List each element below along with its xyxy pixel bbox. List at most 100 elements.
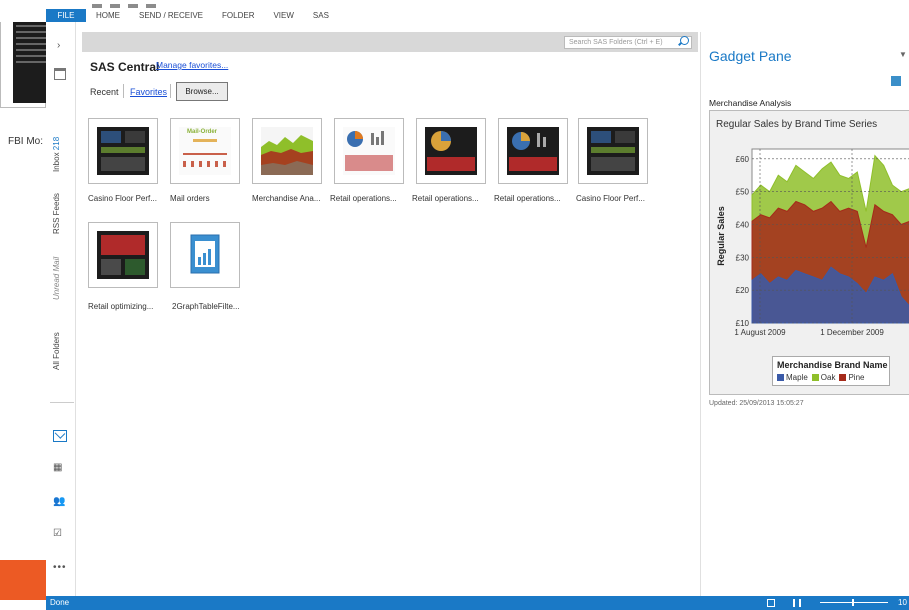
gadget-menu-caret-icon[interactable]: ▼ — [899, 50, 907, 59]
retail-dark-thumb-chart — [427, 131, 475, 171]
legend-swatch — [839, 374, 847, 381]
tile-caption[interactable]: 2GraphTableFilte... — [172, 302, 240, 311]
retail-thumbnail — [343, 127, 395, 175]
gadget-refresh-icon[interactable] — [891, 76, 901, 86]
tab-sas[interactable]: SAS — [313, 10, 329, 22]
folder-navigation: › Inbox 218 RSS Feeds Unread Mail All Fo… — [46, 22, 76, 596]
file-tab[interactable]: FILE — [46, 9, 86, 22]
recent-tab[interactable]: Recent — [90, 87, 119, 97]
tab-send-receive[interactable]: SEND / RECEIVE — [139, 10, 203, 22]
background-window-label: FBI Mo: — [8, 136, 44, 147]
tile-caption[interactable]: Retail operations... — [330, 194, 397, 203]
tile-caption[interactable]: Merchandise Ana... — [252, 194, 320, 203]
legend-swatch — [777, 374, 784, 381]
legend-item-pine: Pine — [839, 373, 864, 382]
gadget-pane-title: Gadget Pane — [709, 48, 792, 64]
favorites-link[interactable]: Favorites — [130, 87, 167, 97]
report-file-icon — [179, 231, 231, 279]
retail-dark-thumb-chart-2 — [509, 132, 557, 171]
reading-view-icon[interactable] — [793, 599, 801, 607]
y-tick-label: £20 — [736, 286, 750, 295]
tile-retail-optimizing[interactable] — [88, 222, 158, 288]
nav-all-folders[interactable]: All Folders — [52, 332, 61, 370]
nav-inbox[interactable]: Inbox 218 — [52, 137, 61, 172]
search-icon[interactable] — [680, 36, 689, 45]
tile-caption[interactable]: Retail optimizing... — [88, 302, 153, 311]
more-icon[interactable]: ••• — [53, 562, 67, 574]
tab-folder[interactable]: FOLDER — [222, 10, 254, 22]
background-window-strip — [0, 560, 46, 600]
tile-retail-operations-3[interactable] — [498, 118, 568, 184]
ribbon: FILE HOME SEND / RECEIVE FOLDER VIEW SAS — [0, 0, 909, 22]
people-icon[interactable]: 👥 — [53, 496, 67, 508]
folder-icon[interactable] — [54, 68, 66, 80]
dashboard-thumbnail — [97, 127, 149, 175]
dashboard-thumbnail-2 — [587, 127, 639, 175]
tile-caption[interactable]: Retail operations... — [412, 194, 479, 203]
manage-favorites-link[interactable]: Manage favorites... — [156, 60, 228, 70]
y-tick-label: £40 — [736, 221, 750, 230]
inbox-count: 218 — [52, 136, 61, 151]
status-bar: Done 10 — [46, 596, 909, 610]
tile-mail-orders[interactable]: Mail-Order — [170, 118, 240, 184]
ribbon-tabs: HOME SEND / RECEIVE FOLDER VIEW SAS — [96, 10, 348, 22]
browse-button[interactable]: Browse... — [176, 82, 228, 101]
nav-divider — [50, 402, 74, 403]
gadget-pane: Gadget Pane ▼ Merchandise Analysis Regul… — [700, 32, 909, 596]
tile-caption[interactable]: Retail operations... — [494, 194, 561, 203]
search-placeholder: Search SAS Folders (Ctrl + E) — [569, 39, 663, 46]
tile-2graph-table[interactable] — [170, 222, 240, 288]
legend-label: Pine — [848, 373, 865, 382]
tile-casino-floor-1[interactable] — [88, 118, 158, 184]
tile-retail-operations-1[interactable] — [334, 118, 404, 184]
gadget-subtitle: Merchandise Analysis — [709, 98, 792, 108]
expand-pane-icon[interactable]: › — [57, 40, 60, 51]
background-window-thumbnail[interactable] — [0, 10, 49, 108]
tile-caption[interactable]: Casino Floor Perf... — [576, 194, 645, 203]
merchandise-thumb-chart — [261, 135, 313, 175]
legend-items: Maple Oak Pine — [777, 373, 864, 382]
legend-label: Maple — [786, 373, 808, 382]
quick-access-toolbar — [92, 0, 222, 8]
tile-casino-floor-2[interactable] — [578, 118, 648, 184]
tab-divider — [170, 84, 171, 98]
tasks-icon[interactable]: ☑ — [53, 528, 67, 540]
zoom-level[interactable]: 10 — [898, 596, 907, 610]
mail-icon[interactable] — [53, 430, 67, 442]
tile-caption[interactable]: Mail orders — [170, 194, 210, 203]
report-icon-shape — [190, 234, 220, 274]
page-title: SAS Central — [90, 60, 160, 74]
retail-dark-thumbnail — [425, 127, 477, 175]
tile-retail-operations-2[interactable] — [416, 118, 486, 184]
retail-optimizing-thumbnail — [97, 231, 149, 279]
sales-area-chart: £10 £20 £30 £40 £50 £60 1 August 2009 1 Decembe… — [716, 148, 909, 337]
mail-order-thumb-title: Mail-Order — [187, 129, 218, 135]
calendar-icon[interactable]: ▦ — [53, 462, 67, 474]
legend-label: Oak — [820, 373, 836, 382]
y-tick-label: £30 — [736, 253, 750, 262]
status-text: Done — [50, 598, 70, 607]
zoom-slider[interactable] — [820, 599, 888, 606]
y-axis-label: Regular Sales — [716, 206, 726, 266]
chart-legend: Merchandise Brand Name Maple Oak Pine — [772, 356, 890, 386]
y-tick-label: £10 — [736, 319, 750, 328]
x-tick-label: 1 December 2009 — [820, 328, 884, 337]
y-tick-label: £60 — [736, 155, 750, 164]
tile-caption[interactable]: Casino Floor Perf... — [88, 194, 157, 203]
y-tick-label: £50 — [736, 188, 750, 197]
nav-rss-feeds[interactable]: RSS Feeds — [52, 193, 61, 234]
search-toolbar: Search SAS Folders (Ctrl + E) — [82, 32, 698, 52]
chart-container: Regular Sales by Brand Time Series £10 £2… — [709, 110, 909, 395]
nav-unread-mail[interactable]: Unread Mail — [52, 257, 61, 300]
tile-merchandise-analysis[interactable] — [252, 118, 322, 184]
search-input[interactable]: Search SAS Folders (Ctrl + E) — [564, 36, 692, 49]
tab-divider — [123, 84, 124, 98]
legend-item-maple: Maple — [777, 373, 808, 382]
tab-home[interactable]: HOME — [96, 10, 120, 22]
normal-view-icon[interactable] — [767, 599, 775, 607]
zoom-slider-thumb[interactable] — [852, 599, 854, 606]
inbox-label: Inbox — [52, 152, 61, 172]
tab-view[interactable]: VIEW — [273, 10, 293, 22]
background-window-image — [13, 15, 49, 103]
sas-central-pane: Search SAS Folders (Ctrl + E) SAS Centra… — [82, 32, 698, 596]
